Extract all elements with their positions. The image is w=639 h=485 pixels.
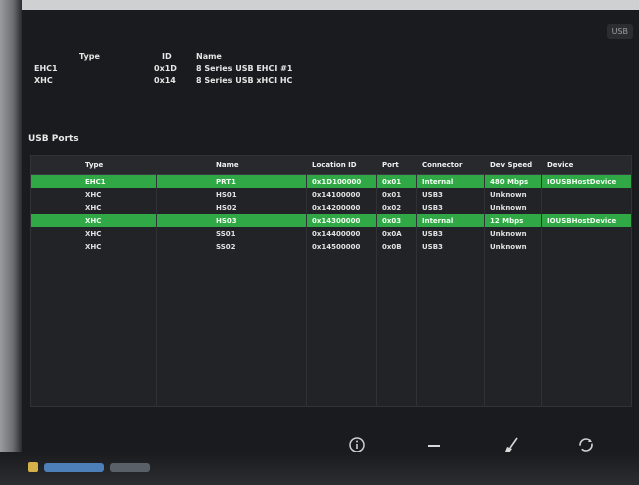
controller-name: 8 Series USB xHCI HC bbox=[196, 75, 293, 85]
port-location: 0x14300000 bbox=[312, 216, 361, 225]
port-speed: Unknown bbox=[490, 242, 527, 251]
port-location: 0x14500000 bbox=[312, 242, 361, 251]
port-name: SS01 bbox=[216, 229, 236, 238]
usb-ports-table: Type Name Location ID Port Connector Dev… bbox=[30, 155, 632, 407]
controllers-header-id: ID bbox=[162, 51, 172, 61]
port-connector: USB3 bbox=[422, 229, 443, 238]
ports-header-speed[interactable]: Dev Speed bbox=[484, 161, 541, 169]
lock-icon[interactable] bbox=[28, 462, 38, 472]
column-divider[interactable] bbox=[376, 174, 377, 406]
controllers-header-name: Name bbox=[196, 51, 222, 61]
port-speed: Unknown bbox=[490, 190, 527, 199]
taskbar-item[interactable] bbox=[110, 462, 150, 472]
column-divider[interactable] bbox=[306, 174, 307, 406]
port-number: 0x02 bbox=[382, 203, 402, 212]
controller-type: EHC1 bbox=[34, 63, 58, 73]
port-name: SS02 bbox=[216, 242, 236, 251]
ports-header-port[interactable]: Port bbox=[376, 161, 416, 169]
port-connector: USB3 bbox=[422, 242, 443, 251]
port-speed: 12 Mbps bbox=[490, 216, 524, 225]
port-number: 0x0A bbox=[382, 229, 402, 238]
port-location: 0x14400000 bbox=[312, 229, 361, 238]
port-connector: Internal bbox=[422, 177, 454, 186]
column-divider[interactable] bbox=[156, 174, 157, 406]
port-number: 0x03 bbox=[382, 216, 402, 225]
controller-row[interactable]: EHC1 0x1D 8 Series USB EHCI #1 bbox=[34, 62, 356, 74]
controller-type: XHC bbox=[34, 75, 53, 85]
ports-header-location[interactable]: Location ID bbox=[306, 161, 376, 169]
port-location: 0x1D100000 bbox=[312, 177, 362, 186]
app-window: USB Type ID Name EHC1 0x1D 8 Series USB … bbox=[22, 10, 639, 453]
port-connector: Internal bbox=[422, 216, 454, 225]
ports-header: Type Name Location ID Port Connector Dev… bbox=[31, 156, 631, 175]
port-name: HS01 bbox=[216, 190, 237, 199]
ports-header-type[interactable]: Type bbox=[31, 161, 156, 169]
port-name: PRT1 bbox=[216, 177, 236, 186]
ports-header-name[interactable]: Name bbox=[156, 161, 306, 169]
port-number: 0x01 bbox=[382, 190, 402, 199]
controllers-header-type: Type bbox=[79, 51, 100, 61]
port-type: EHC1 bbox=[85, 177, 106, 186]
controllers-header: Type ID Name bbox=[34, 50, 356, 62]
ports-header-device[interactable]: Device bbox=[541, 161, 631, 169]
port-location: 0x14200000 bbox=[312, 203, 361, 212]
port-speed: 480 Mbps bbox=[490, 177, 529, 186]
port-connector: USB3 bbox=[422, 190, 443, 199]
port-number: 0x01 bbox=[382, 177, 402, 186]
port-connector: USB3 bbox=[422, 203, 443, 212]
port-type: XHC bbox=[85, 203, 102, 212]
port-type: XHC bbox=[85, 242, 102, 251]
port-type: XHC bbox=[85, 216, 102, 225]
controller-id: 0x14 bbox=[154, 75, 176, 85]
column-divider[interactable] bbox=[541, 174, 542, 406]
port-device: IOUSBHostDevice bbox=[547, 216, 617, 225]
usb-tab[interactable]: USB bbox=[606, 24, 633, 39]
port-type: XHC bbox=[85, 229, 102, 238]
status-strip bbox=[28, 462, 150, 472]
port-location: 0x14100000 bbox=[312, 190, 361, 199]
taskbar-item[interactable] bbox=[44, 462, 104, 472]
controller-row[interactable]: XHC 0x14 8 Series USB xHCI HC bbox=[34, 74, 356, 86]
column-divider[interactable] bbox=[484, 174, 485, 406]
monitor-bezel-left bbox=[0, 0, 22, 485]
controller-name: 8 Series USB EHCI #1 bbox=[196, 63, 293, 73]
port-speed: Unknown bbox=[490, 203, 527, 212]
usb-ports-title: USB Ports bbox=[28, 134, 79, 144]
port-name: HS02 bbox=[216, 203, 237, 212]
monitor-bezel-top bbox=[0, 0, 639, 10]
ports-header-connector[interactable]: Connector bbox=[416, 161, 484, 169]
port-name: HS03 bbox=[216, 216, 237, 225]
controllers-table: Type ID Name EHC1 0x1D 8 Series USB EHCI… bbox=[34, 50, 356, 86]
port-device: IOUSBHostDevice bbox=[547, 177, 617, 186]
column-divider[interactable] bbox=[416, 174, 417, 406]
port-type: XHC bbox=[85, 190, 102, 199]
controller-id: 0x1D bbox=[154, 63, 177, 73]
port-speed: Unknown bbox=[490, 229, 527, 238]
port-number: 0x0B bbox=[382, 242, 402, 251]
